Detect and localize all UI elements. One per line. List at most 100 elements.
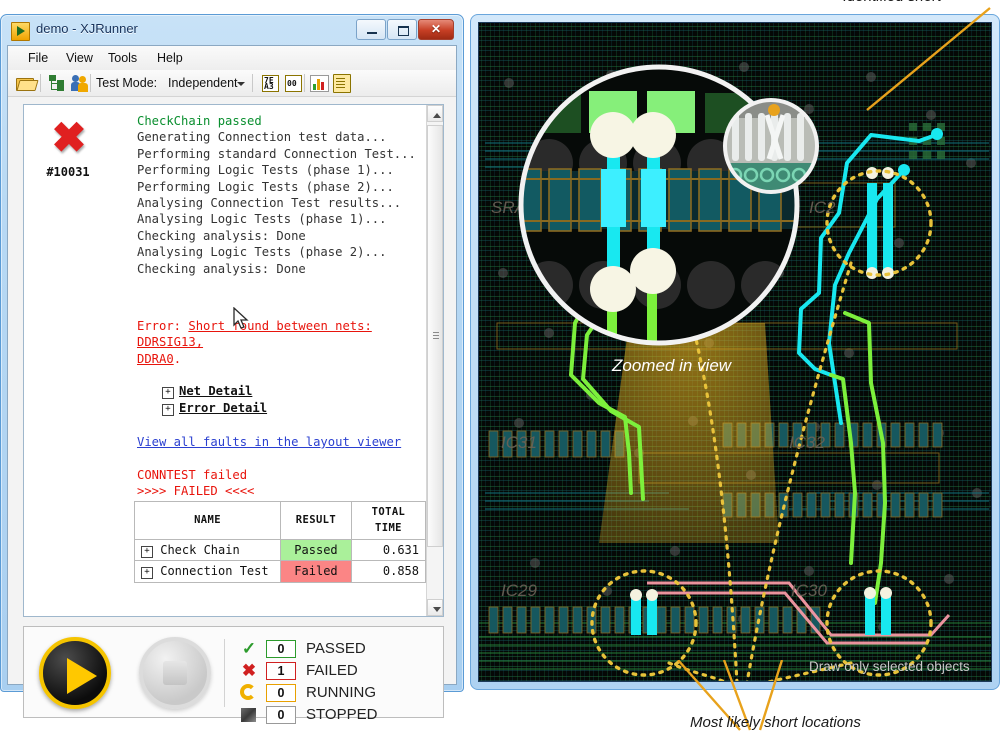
error-id: #10031 [46,165,90,179]
test-name: Check Chain [160,542,240,557]
toolbar-separator [90,74,91,92]
pcb-layout-viewer-window: SRAM IC2 IC31 IC32 IC29 IC30 Zoomed in v… [470,14,1000,690]
spinner-icon [238,683,260,703]
row-name-cell[interactable]: + Check Chain [133,538,282,562]
column-header-result: RESULT [280,501,352,540]
panel-divider [224,639,225,707]
log-line: Analysing Logic Tests (phase 2)... [137,245,387,260]
designator-ic2: IC2 [809,198,836,217]
status-panel: ✓ 0 PASSED ✖ 1 FAILED 0 RUNNING 0 STOPPE… [23,626,444,724]
log-line: Checking analysis: Done [137,261,306,276]
conntest-failed-text: CONNTEST failed [137,467,248,482]
log-line: Performing Logic Tests (phase 2)... [137,179,394,194]
app-logo-icon [11,22,30,41]
designator-ic32: IC32 [789,433,825,452]
error-link-line2[interactable]: DDRA0 [137,352,174,366]
failed-count: 1 [266,662,296,680]
test-mode-label: Test Mode: [96,76,158,90]
log-line: Analysing Connection Test results... [137,196,402,211]
pcb-canvas[interactable]: SRAM IC2 IC31 IC32 IC29 IC30 Zoomed in v… [478,22,992,682]
designator-ic29: IC29 [501,581,537,600]
report-icon[interactable] [333,74,351,93]
scroll-up-button[interactable] [427,105,443,122]
status-badge: Failed [280,560,352,583]
passed-label: PASSED [306,640,366,657]
view-faults-link[interactable]: View all faults in the layout viewer [137,434,426,450]
menu-file[interactable]: File [22,50,54,66]
test-mode-value[interactable]: Independent [168,76,238,90]
toolbar-separator [40,74,41,92]
results-table: NAME RESULT TOTAL TIME + Check Chain Pas… [133,501,426,583]
net-detail-link[interactable]: Net Detail [179,384,252,398]
callout-leader-top [866,7,991,111]
expand-plus-icon[interactable]: + [141,545,153,558]
table-row[interactable]: + Connection Test Failed 0.858 [133,560,426,583]
cross-icon: ✖ [241,661,257,680]
expand-plus-icon[interactable]: + [162,403,174,416]
run-button[interactable] [39,637,111,709]
error-message: Error: Short found between nets: DDRSIG1… [137,318,426,367]
annotation-short-locations: Most likely short locations [690,714,861,731]
scrollbar-thumb[interactable] [427,125,443,547]
total-time: 0.631 [350,538,426,562]
expand-plus-icon[interactable]: + [141,567,153,580]
log-line: Generating Connection test data... [137,130,387,145]
log-scrollbar[interactable] [426,105,443,616]
menu-bar: File View Tools Help [8,46,456,70]
maximize-icon [398,26,409,36]
close-button[interactable]: ✕ [418,19,454,40]
status-badge: Passed [280,538,352,562]
toolbar: Test Mode: Independent 7E A3 00 [8,70,456,97]
chevron-down-icon[interactable] [237,82,245,86]
minimize-icon [367,32,377,34]
log-line: Performing standard Connection Test... [137,146,416,161]
running-label: RUNNING [306,684,376,701]
menu-view[interactable]: View [60,50,99,66]
people-icon[interactable] [71,74,90,92]
total-time: 0.858 [350,560,426,583]
column-header-name: NAME [133,501,282,540]
stopped-count: 0 [266,706,296,724]
row-name-cell[interactable]: + Connection Test [133,560,282,583]
table-header-row: NAME RESULT TOTAL TIME [133,501,426,540]
log-status-column: ✖ #10031 [24,105,112,616]
menu-tools[interactable]: Tools [102,50,143,66]
stopped-label: STOPPED [306,706,378,723]
chevron-up-icon [433,113,441,118]
binary-icon[interactable]: 00 [285,75,302,92]
log-text-area[interactable]: CheckChain passed Generating Connection … [112,105,426,616]
designator-ic31: IC31 [501,433,537,452]
hex-grid-icon[interactable]: 7E A3 [262,75,279,92]
table-row[interactable]: + Check Chain Passed 0.631 [133,538,426,562]
callout-dot [768,104,780,116]
menu-help[interactable]: Help [151,50,189,66]
hierarchy-icon[interactable] [48,74,67,92]
designator-ic30: IC30 [791,581,827,600]
chevron-down-icon [433,607,441,612]
close-icon: ✕ [430,22,442,36]
log-line: Checking analysis: Done [137,228,306,243]
zoom-caption: Zoomed in view [611,356,733,375]
error-suffix: . [173,351,182,366]
scroll-down-button[interactable] [427,599,443,616]
error-cross-icon: ✖ [51,114,87,161]
column-header-time: TOTAL TIME [350,501,426,540]
failed-banner: >>>> FAILED <<<< [137,483,255,498]
expand-plus-icon[interactable]: + [162,387,174,400]
log-line: CheckChain passed [137,114,262,128]
check-icon: ✓ [241,639,257,658]
window-client-area: File View Tools Help Test Mode: Independ… [7,45,457,724]
net-detail-row[interactable]: + Net Detail [162,383,426,400]
chart-icon[interactable] [310,75,329,92]
open-folder-icon[interactable] [16,74,39,92]
error-detail-link[interactable]: Error Detail [179,401,267,415]
minimize-button[interactable] [356,19,386,40]
log-line: Analysing Logic Tests (phase 1)... [137,212,387,227]
running-count: 0 [266,684,296,702]
log-pane: ✖ #10031 CheckChain passed Generating Co… [23,104,444,617]
square-icon [238,705,260,725]
error-detail-row[interactable]: + Error Detail [162,400,426,416]
maximize-button[interactable] [387,19,417,40]
stop-button[interactable] [139,637,211,709]
passed-count: 0 [266,640,296,658]
